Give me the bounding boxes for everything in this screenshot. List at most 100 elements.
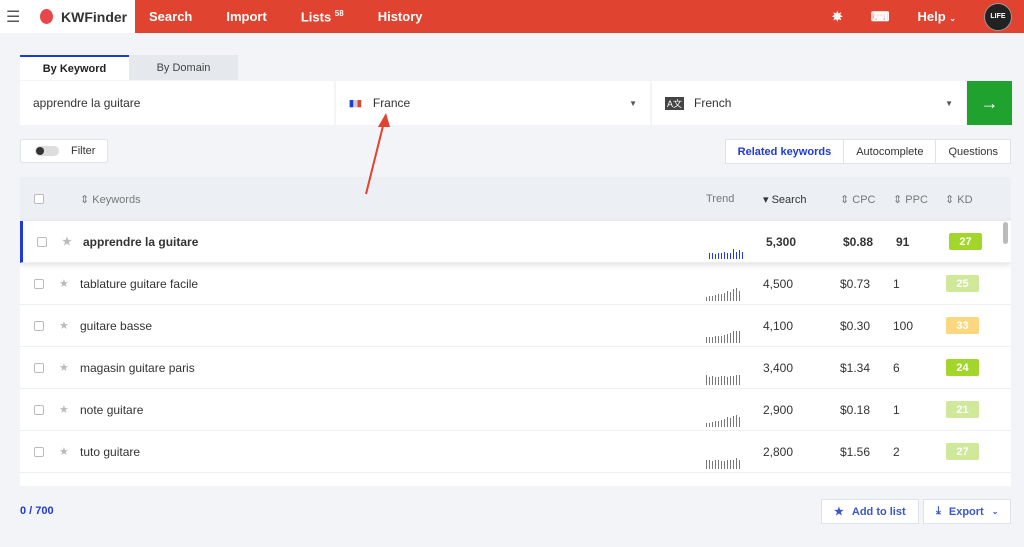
trend-bar <box>712 253 713 259</box>
star-icon[interactable]: ★ <box>59 403 69 416</box>
location-select[interactable]: ▮▮▮ France ▼ <box>336 81 650 125</box>
arrow-right-icon: → <box>980 92 999 113</box>
toggle-switch[interactable] <box>35 146 59 156</box>
keyword-cell[interactable]: apprendre la guitare <box>83 235 198 249</box>
trend-bar <box>733 249 734 259</box>
nav-import[interactable]: Import <box>226 9 266 24</box>
avatar[interactable]: LIFE <box>984 2 1012 31</box>
kd-badge: 33 <box>946 317 979 334</box>
keyboard-icon[interactable]: ⌨ <box>871 9 890 25</box>
keyword-cell[interactable]: magasin guitare paris <box>80 361 195 375</box>
col-ppc[interactable]: ⇕ PPC <box>893 193 928 206</box>
kd-badge: 21 <box>946 401 979 418</box>
keyword-cell[interactable]: tablature guitare facile <box>80 277 198 291</box>
trend-bar <box>727 334 728 343</box>
result-type-tabs: Related keywords Autocomplete Questions <box>724 139 1011 164</box>
table-row[interactable]: ★ tablature guitare facile 4,500 $0.73 1… <box>20 263 1011 305</box>
filter-toggle[interactable]: Filter <box>20 139 108 163</box>
row-checkbox[interactable] <box>34 278 44 289</box>
tab-questions[interactable]: Questions <box>935 140 1010 163</box>
add-to-list-button[interactable]: ★ Add to list <box>821 499 919 524</box>
tab-by-domain[interactable]: By Domain <box>129 55 238 80</box>
trend-bar <box>739 331 740 343</box>
menu-icon[interactable]: ☰ <box>6 7 30 27</box>
kd-badge: 27 <box>946 443 979 460</box>
trend-bar <box>727 291 728 301</box>
ppc-value: 100 <box>893 318 914 333</box>
help-menu[interactable]: Help ⌄ <box>918 9 957 24</box>
tab-by-keyword[interactable]: By Keyword <box>20 55 129 80</box>
trend-bar <box>736 331 737 343</box>
trend-sparkline <box>706 327 740 343</box>
search-button[interactable]: → <box>967 81 1012 125</box>
add-to-list-label: Add to list <box>851 505 906 518</box>
keyword-cell[interactable]: tuto guitare <box>80 445 140 459</box>
search-volume: 4,100 <box>763 318 794 333</box>
trend-bar <box>709 423 710 427</box>
star-icon[interactable]: ★ <box>59 361 69 374</box>
table-row[interactable]: ★ tuto guitare 2,800 $1.56 2 27 <box>20 431 1011 473</box>
main-nav: Search Import Lists 58 History ✵ ⌨ Help … <box>135 0 1024 33</box>
search-volume: 4,500 <box>763 276 794 291</box>
nav-search[interactable]: Search <box>149 9 192 24</box>
trend-bar <box>727 253 728 259</box>
col-search[interactable]: ▾ Search <box>763 193 806 206</box>
france-flag-icon: ▮▮▮ <box>349 97 362 108</box>
logo-icon <box>40 9 53 24</box>
star-icon[interactable]: ★ <box>59 445 69 458</box>
keyword-cell[interactable]: guitare basse <box>80 319 152 333</box>
trend-bar <box>730 253 731 259</box>
star-icon[interactable]: ★ <box>59 319 69 332</box>
cpc-value: $0.30 <box>840 318 871 333</box>
trend-bar <box>718 294 719 301</box>
kd-badge: 27 <box>949 233 982 250</box>
trend-bar <box>709 296 710 301</box>
download-icon: ⤓ <box>936 505 941 517</box>
tab-autocomplete[interactable]: Autocomplete <box>843 140 935 163</box>
row-checkbox[interactable] <box>34 446 44 457</box>
row-checkbox[interactable] <box>34 362 44 373</box>
logo[interactable]: KWFinder <box>30 9 135 25</box>
table-row[interactable]: ★ guitare basse 4,100 $0.30 100 33 <box>20 305 1011 347</box>
trend-bar <box>736 252 737 259</box>
trend-sparkline <box>709 243 743 259</box>
table-row[interactable]: ★ apprendre la guitare 5,300 $0.88 91 27 <box>20 221 1011 263</box>
col-keywords[interactable]: ⇕ Keywords <box>80 193 141 206</box>
ppc-value: 1 <box>893 402 900 417</box>
trend-bar <box>712 376 713 385</box>
table-row[interactable]: ★ note guitare 2,900 $0.18 1 21 <box>20 389 1011 431</box>
trend-bar <box>715 460 716 469</box>
row-checkbox[interactable] <box>37 236 47 247</box>
trend-bar <box>739 291 740 301</box>
scrollbar[interactable] <box>1003 222 1008 244</box>
trend-bar <box>736 415 737 427</box>
trend-bar <box>733 376 734 385</box>
col-kd[interactable]: ⇕ KD <box>945 193 973 206</box>
table-row[interactable]: ★ magasin guitare paris 3,400 $1.34 6 24 <box>20 347 1011 389</box>
keyword-value: apprendre la guitare <box>33 96 141 110</box>
export-button[interactable]: ⤓ Export ⌄ <box>923 499 1012 524</box>
language-select[interactable]: A文 French ▼ <box>652 81 966 125</box>
chevron-down-icon: ⌄ <box>991 507 999 516</box>
trend-bar <box>709 253 710 259</box>
keyword-input[interactable]: apprendre la guitare <box>20 81 334 125</box>
star-icon[interactable]: ★ <box>59 277 69 290</box>
trend-bar <box>718 421 719 427</box>
trend-bar <box>715 336 716 343</box>
tab-related-keywords[interactable]: Related keywords <box>726 140 844 163</box>
ppc-value: 91 <box>896 234 910 249</box>
nav-history[interactable]: History <box>378 9 423 24</box>
star-icon[interactable]: ★ <box>62 235 72 248</box>
trend-bar <box>730 376 731 385</box>
row-checkbox[interactable] <box>34 320 44 331</box>
trend-bar <box>709 460 710 469</box>
select-all-checkbox[interactable] <box>34 194 44 204</box>
nav-lists[interactable]: Lists 58 <box>301 9 344 24</box>
caret-down-icon: ▼ <box>629 98 637 108</box>
translate-icon: A文 <box>665 96 685 110</box>
keyword-cell[interactable]: note guitare <box>80 403 143 417</box>
col-cpc[interactable]: ⇕ CPC <box>840 193 876 206</box>
settings-icon[interactable]: ✵ <box>832 9 843 25</box>
row-checkbox[interactable] <box>34 404 44 415</box>
trend-bar <box>730 333 731 343</box>
